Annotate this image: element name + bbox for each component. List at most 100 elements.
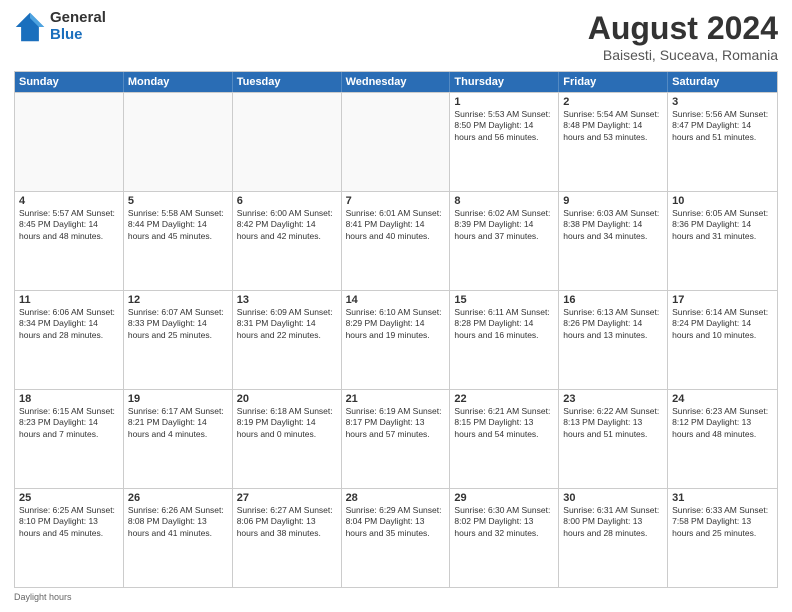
calendar-cell: 26Sunrise: 6:26 AM Sunset: 8:08 PM Dayli… — [124, 489, 233, 587]
calendar-cell: 1Sunrise: 5:53 AM Sunset: 8:50 PM Daylig… — [450, 93, 559, 191]
day-number: 17 — [672, 294, 773, 306]
day-info: Sunrise: 6:15 AM Sunset: 8:23 PM Dayligh… — [19, 406, 119, 440]
day-number: 5 — [128, 195, 228, 207]
day-number: 15 — [454, 294, 554, 306]
calendar-cell — [15, 93, 124, 191]
day-info: Sunrise: 6:00 AM Sunset: 8:42 PM Dayligh… — [237, 208, 337, 242]
day-number: 7 — [346, 195, 446, 207]
calendar-cell: 9Sunrise: 6:03 AM Sunset: 8:38 PM Daylig… — [559, 192, 668, 290]
day-number: 9 — [563, 195, 663, 207]
day-info: Sunrise: 6:17 AM Sunset: 8:21 PM Dayligh… — [128, 406, 228, 440]
calendar-cell: 21Sunrise: 6:19 AM Sunset: 8:17 PM Dayli… — [342, 390, 451, 488]
day-info: Sunrise: 6:19 AM Sunset: 8:17 PM Dayligh… — [346, 406, 446, 440]
cal-header-day: Sunday — [15, 72, 124, 92]
calendar-cell: 29Sunrise: 6:30 AM Sunset: 8:02 PM Dayli… — [450, 489, 559, 587]
calendar-cell: 4Sunrise: 5:57 AM Sunset: 8:45 PM Daylig… — [15, 192, 124, 290]
calendar-cell: 11Sunrise: 6:06 AM Sunset: 8:34 PM Dayli… — [15, 291, 124, 389]
day-info: Sunrise: 6:31 AM Sunset: 8:00 PM Dayligh… — [563, 505, 663, 539]
day-info: Sunrise: 6:22 AM Sunset: 8:13 PM Dayligh… — [563, 406, 663, 440]
day-number: 8 — [454, 195, 554, 207]
cal-header-day: Tuesday — [233, 72, 342, 92]
calendar-cell: 8Sunrise: 6:02 AM Sunset: 8:39 PM Daylig… — [450, 192, 559, 290]
calendar-row: 11Sunrise: 6:06 AM Sunset: 8:34 PM Dayli… — [15, 290, 777, 389]
day-info: Sunrise: 6:03 AM Sunset: 8:38 PM Dayligh… — [563, 208, 663, 242]
day-info: Sunrise: 6:18 AM Sunset: 8:19 PM Dayligh… — [237, 406, 337, 440]
day-number: 16 — [563, 294, 663, 306]
day-info: Sunrise: 6:30 AM Sunset: 8:02 PM Dayligh… — [454, 505, 554, 539]
day-info: Sunrise: 6:27 AM Sunset: 8:06 PM Dayligh… — [237, 505, 337, 539]
title-month: August 2024 — [588, 10, 778, 47]
day-info: Sunrise: 6:09 AM Sunset: 8:31 PM Dayligh… — [237, 307, 337, 341]
title-block: August 2024 Baisesti, Suceava, Romania — [588, 10, 778, 63]
calendar-cell: 15Sunrise: 6:11 AM Sunset: 8:28 PM Dayli… — [450, 291, 559, 389]
day-number: 11 — [19, 294, 119, 306]
calendar-cell: 28Sunrise: 6:29 AM Sunset: 8:04 PM Dayli… — [342, 489, 451, 587]
day-number: 2 — [563, 96, 663, 108]
cal-header-day: Monday — [124, 72, 233, 92]
day-number: 28 — [346, 492, 446, 504]
logo-icon — [14, 11, 46, 43]
calendar-cell: 13Sunrise: 6:09 AM Sunset: 8:31 PM Dayli… — [233, 291, 342, 389]
calendar-cell: 5Sunrise: 5:58 AM Sunset: 8:44 PM Daylig… — [124, 192, 233, 290]
day-number: 6 — [237, 195, 337, 207]
calendar-header: SundayMondayTuesdayWednesdayThursdayFrid… — [15, 72, 777, 92]
title-location: Baisesti, Suceava, Romania — [588, 47, 778, 63]
calendar-cell: 6Sunrise: 6:00 AM Sunset: 8:42 PM Daylig… — [233, 192, 342, 290]
day-number: 3 — [672, 96, 773, 108]
calendar-cell: 18Sunrise: 6:15 AM Sunset: 8:23 PM Dayli… — [15, 390, 124, 488]
calendar-cell: 14Sunrise: 6:10 AM Sunset: 8:29 PM Dayli… — [342, 291, 451, 389]
calendar-cell: 7Sunrise: 6:01 AM Sunset: 8:41 PM Daylig… — [342, 192, 451, 290]
calendar-cell — [342, 93, 451, 191]
day-info: Sunrise: 6:05 AM Sunset: 8:36 PM Dayligh… — [672, 208, 773, 242]
cal-header-day: Thursday — [450, 72, 559, 92]
calendar-cell: 17Sunrise: 6:14 AM Sunset: 8:24 PM Dayli… — [668, 291, 777, 389]
calendar-cell — [124, 93, 233, 191]
day-number: 27 — [237, 492, 337, 504]
day-info: Sunrise: 6:02 AM Sunset: 8:39 PM Dayligh… — [454, 208, 554, 242]
logo-text: General Blue — [50, 10, 106, 43]
day-number: 30 — [563, 492, 663, 504]
calendar-row: 4Sunrise: 5:57 AM Sunset: 8:45 PM Daylig… — [15, 191, 777, 290]
day-number: 18 — [19, 393, 119, 405]
day-number: 13 — [237, 294, 337, 306]
cal-header-day: Saturday — [668, 72, 777, 92]
calendar-cell: 22Sunrise: 6:21 AM Sunset: 8:15 PM Dayli… — [450, 390, 559, 488]
calendar-cell: 3Sunrise: 5:56 AM Sunset: 8:47 PM Daylig… — [668, 93, 777, 191]
calendar-row: 18Sunrise: 6:15 AM Sunset: 8:23 PM Dayli… — [15, 389, 777, 488]
day-info: Sunrise: 6:11 AM Sunset: 8:28 PM Dayligh… — [454, 307, 554, 341]
day-info: Sunrise: 6:21 AM Sunset: 8:15 PM Dayligh… — [454, 406, 554, 440]
calendar-cell — [233, 93, 342, 191]
calendar-cell: 24Sunrise: 6:23 AM Sunset: 8:12 PM Dayli… — [668, 390, 777, 488]
logo-blue-text: Blue — [50, 27, 106, 44]
calendar-cell: 25Sunrise: 6:25 AM Sunset: 8:10 PM Dayli… — [15, 489, 124, 587]
calendar-cell: 30Sunrise: 6:31 AM Sunset: 8:00 PM Dayli… — [559, 489, 668, 587]
calendar-body: 1Sunrise: 5:53 AM Sunset: 8:50 PM Daylig… — [15, 92, 777, 587]
day-info: Sunrise: 6:23 AM Sunset: 8:12 PM Dayligh… — [672, 406, 773, 440]
day-info: Sunrise: 5:58 AM Sunset: 8:44 PM Dayligh… — [128, 208, 228, 242]
day-number: 31 — [672, 492, 773, 504]
logo-general-text: General — [50, 10, 106, 27]
day-info: Sunrise: 5:56 AM Sunset: 8:47 PM Dayligh… — [672, 109, 773, 143]
day-number: 23 — [563, 393, 663, 405]
calendar-row: 25Sunrise: 6:25 AM Sunset: 8:10 PM Dayli… — [15, 488, 777, 587]
calendar-cell: 20Sunrise: 6:18 AM Sunset: 8:19 PM Dayli… — [233, 390, 342, 488]
day-info: Sunrise: 6:07 AM Sunset: 8:33 PM Dayligh… — [128, 307, 228, 341]
calendar-cell: 27Sunrise: 6:27 AM Sunset: 8:06 PM Dayli… — [233, 489, 342, 587]
day-info: Sunrise: 6:29 AM Sunset: 8:04 PM Dayligh… — [346, 505, 446, 539]
calendar-cell: 10Sunrise: 6:05 AM Sunset: 8:36 PM Dayli… — [668, 192, 777, 290]
day-number: 20 — [237, 393, 337, 405]
cal-header-day: Friday — [559, 72, 668, 92]
day-info: Sunrise: 6:33 AM Sunset: 7:58 PM Dayligh… — [672, 505, 773, 539]
logo: General Blue — [14, 10, 106, 43]
page: General Blue August 2024 Baisesti, Sucea… — [0, 0, 792, 612]
day-info: Sunrise: 5:57 AM Sunset: 8:45 PM Dayligh… — [19, 208, 119, 242]
calendar-cell: 19Sunrise: 6:17 AM Sunset: 8:21 PM Dayli… — [124, 390, 233, 488]
day-info: Sunrise: 6:10 AM Sunset: 8:29 PM Dayligh… — [346, 307, 446, 341]
day-number: 12 — [128, 294, 228, 306]
day-number: 14 — [346, 294, 446, 306]
day-info: Sunrise: 6:25 AM Sunset: 8:10 PM Dayligh… — [19, 505, 119, 539]
day-number: 4 — [19, 195, 119, 207]
calendar: SundayMondayTuesdayWednesdayThursdayFrid… — [14, 71, 778, 588]
day-number: 26 — [128, 492, 228, 504]
calendar-row: 1Sunrise: 5:53 AM Sunset: 8:50 PM Daylig… — [15, 92, 777, 191]
